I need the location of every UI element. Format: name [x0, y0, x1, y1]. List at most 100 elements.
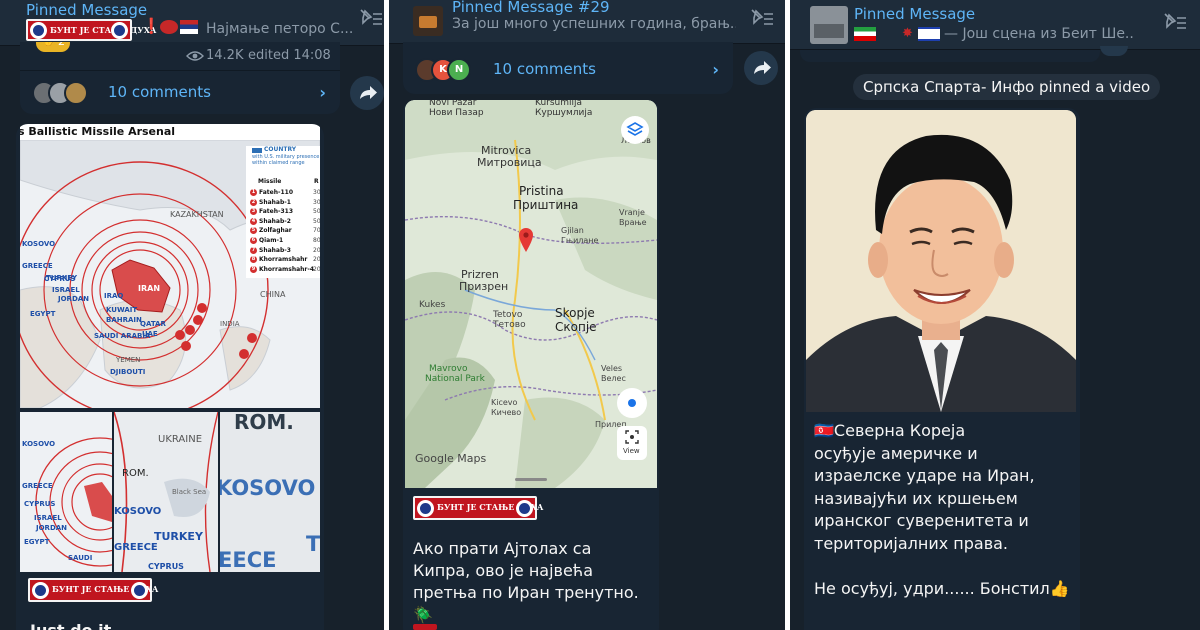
pin-list-icon[interactable] [358, 8, 384, 28]
map-label: JORDAN [36, 524, 68, 532]
legend-range: 30 [313, 189, 320, 196]
map-label: Тетово [493, 320, 526, 330]
hammer-sickle-icon [30, 22, 47, 39]
portrait-illustration [806, 110, 1076, 412]
channel-panel-2: Pinned Message #29 За још много успешних… [389, 0, 785, 630]
map-label: KOSOVO [114, 506, 162, 517]
drag-handle[interactable] [515, 478, 547, 481]
location-dot-icon [628, 399, 636, 407]
missile-legend: COUNTRY with U.S. military presence with… [246, 146, 320, 278]
share-button[interactable] [1100, 46, 1128, 56]
legend-row: 8Khorramshahr 200 [250, 255, 320, 265]
map-label: KOSOVO [22, 440, 56, 448]
legend-number: 7 [250, 246, 257, 254]
chevron-right-icon: › [319, 83, 326, 102]
message-line: 🇰🇵Северна Кореја [814, 421, 966, 440]
pinned-title: Pinned Message [854, 5, 976, 23]
map-label: CYPRUS [24, 500, 56, 508]
map-label: Vranje [619, 208, 645, 217]
map-label: Врање [619, 218, 647, 227]
layers-button[interactable] [621, 116, 649, 144]
pinned-preview: За још много успешних година, брањ... [452, 16, 736, 32]
map-tile-3[interactable]: ROM. KOSOVO T EECE [220, 412, 320, 572]
share-button[interactable] [744, 51, 778, 85]
map-label: Skopje [555, 306, 595, 320]
share-button[interactable] [350, 76, 384, 110]
map-label: Mavrovo [429, 364, 468, 374]
edited-time: edited 14:08 [248, 48, 331, 63]
legend-number: 4 [250, 217, 257, 225]
banner-thumb: БУНТ ЈЕ СТАЊЕ ДУХА [26, 19, 157, 41]
banner-logo: БУНТ ЈЕ СТАЊЕ ДУХА [28, 578, 158, 602]
message-bubble-map: Novi Pazar Нови Пазар Kuršumlija Куршумл… [403, 100, 659, 630]
map-tile-1[interactable]: KOSOVO GREECE CYPRUS ISRAEL JORDAN EGYPT… [20, 412, 112, 572]
map-label: UKRAINE [158, 434, 203, 445]
map-label: KOSOVO [220, 476, 316, 500]
message-text: 🇰🇵Северна Кореја осуђује америчке и израел… [814, 420, 1076, 600]
legend-number: 9 [250, 265, 257, 273]
comments-row[interactable]: 10 comments › [20, 70, 340, 114]
pin-list-icon[interactable] [1162, 12, 1188, 32]
pinned-thumbnail [413, 6, 443, 36]
legend-number: 8 [250, 256, 257, 264]
pin-list-icon[interactable] [749, 8, 775, 28]
map-label: T [306, 532, 320, 556]
pinned-message-bar[interactable]: Pinned Message #29 За још много успешних… [389, 0, 785, 44]
map-label: ROM. [122, 468, 149, 479]
legend-missile-name: Khorramshahr-4 [259, 265, 315, 273]
location-pin-icon[interactable] [517, 226, 535, 252]
banner-text: БУНТ ЈЕ СТАЊЕ ДУХА [437, 502, 544, 512]
map-label: YEMEN [116, 356, 141, 364]
map-label: SAUDI [68, 554, 93, 562]
map-label: Приштина [513, 198, 579, 212]
map-label: Нови Пазар [429, 108, 484, 118]
legend-number: 2 [250, 198, 257, 206]
legend-number: 3 [250, 208, 257, 216]
view-label: View [623, 447, 640, 455]
pinned-message-bar[interactable]: Pinned Message ✸ — Још сцена из Беит Ше.… [790, 0, 1200, 50]
legend-row: 4 Shahab-2 50 [250, 217, 320, 227]
video-thumbnail[interactable] [806, 110, 1076, 412]
legend-row: 6 Qiam-1 80 [250, 236, 320, 246]
legend-missile-name: Shahab-1 [259, 198, 291, 206]
map-label: Pristina [519, 184, 564, 198]
pinned-message-bar[interactable]: Pinned Message БУНТ ЈЕ СТАЊЕ ДУХА ❗ Најм… [0, 0, 384, 46]
legend-range: 200 [313, 246, 320, 254]
map-tile-2[interactable]: UKRAINE ROM. KOSOVO Black Sea TURKEY GRE… [114, 412, 218, 572]
map-label: GREECE [22, 482, 53, 490]
iran-flag-icon [854, 27, 876, 41]
banner-fragment [413, 624, 437, 630]
comments-label: 10 comments [108, 83, 211, 101]
map-label: Куршумлија [535, 108, 593, 118]
eye-icon [186, 51, 204, 61]
my-location-button[interactable] [617, 388, 647, 418]
map-label: EGYPT [24, 538, 50, 546]
map-label: CYPRUS [148, 562, 184, 571]
view-button[interactable]: View [617, 426, 647, 460]
channel-panel-1: Pinned Message БУНТ ЈЕ СТАЊЕ ДУХА ❗ Најм… [0, 0, 384, 630]
pinned-title: Pinned Message #29 [452, 0, 610, 16]
legend-row: 5 Zolfaghar 70 [250, 226, 320, 236]
google-map-image[interactable]: Novi Pazar Нови Пазар Kuršumlija Куршумл… [405, 100, 657, 488]
reaction-count: 2 [58, 42, 65, 48]
pinned-preview: — Још сцена из Беит Ше... [944, 26, 1134, 42]
map-label: Kuršumlija [535, 100, 583, 108]
message-bubble-previous [800, 50, 1100, 62]
comments-row[interactable]: K N 10 comments › [403, 48, 733, 92]
map-label: Призрен [459, 280, 509, 293]
map-label: GREECE [22, 262, 53, 270]
message-bubble-korea: 🇰🇵Северна Кореја осуђује америчке и израел… [804, 108, 1080, 630]
legend-range: 50 [313, 217, 320, 225]
legend-rows: 1 Fateh-110 30 2 Shahab-1 30 3 Fateh-313 50 4 Shah… [250, 188, 320, 274]
map-label: ISRAEL [52, 286, 80, 294]
map-label: INDIA [220, 320, 240, 328]
exclamation-icon: ❗ [142, 17, 161, 35]
share-arrow-icon [360, 86, 377, 99]
legend-col-range: R [314, 178, 319, 185]
pinned-preview: Најмање петоро С... [206, 21, 354, 37]
map-title: s Ballistic Missile Arsenal [20, 125, 176, 138]
missile-map-image[interactable]: s Ballistic Missile Arsenal KAZAKHSTAN K… [20, 124, 320, 408]
layers-icon [626, 122, 644, 136]
reaction-badge[interactable]: ✋ 2 [36, 42, 70, 52]
banner-text: БУНТ ЈЕ СТАЊЕ ДУХА [50, 25, 157, 35]
